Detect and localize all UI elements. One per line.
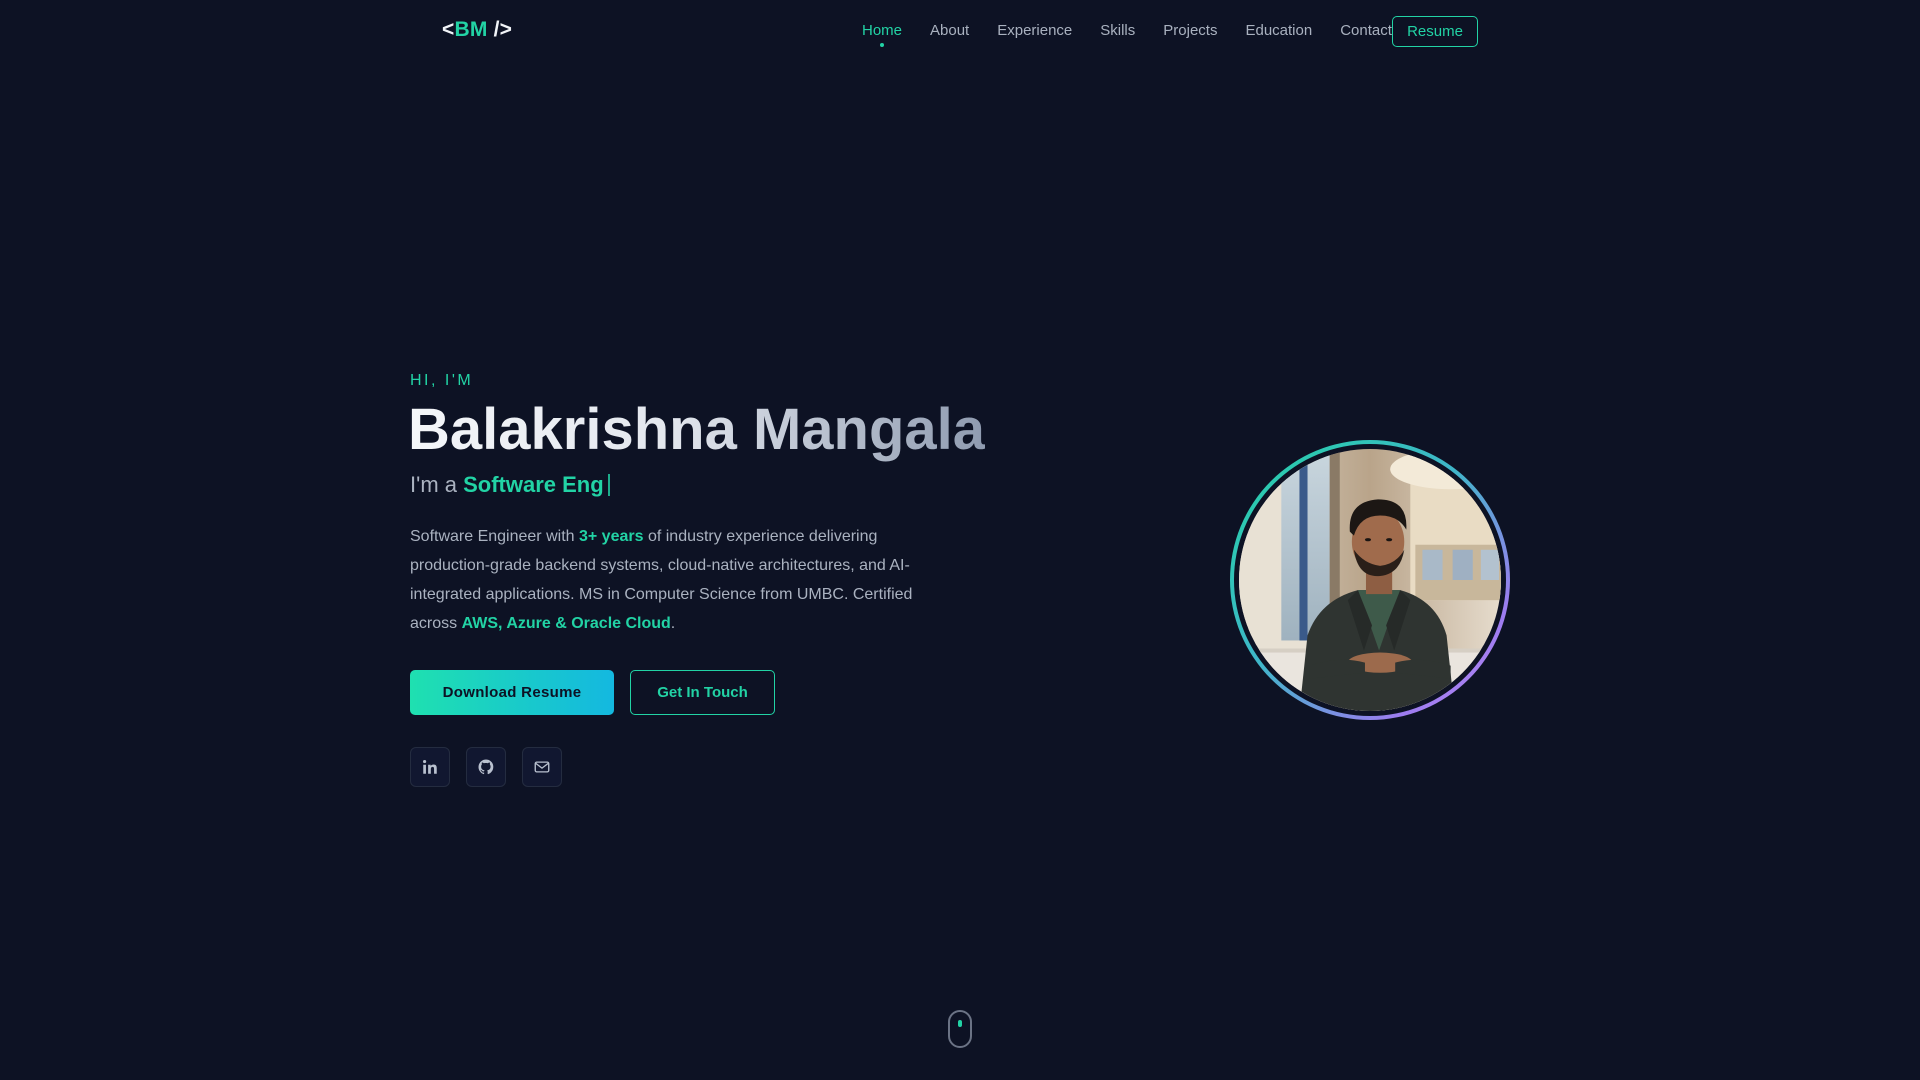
role-typed-text: Software Eng — [463, 472, 604, 497]
social-links — [410, 747, 562, 787]
hero-name: Balakrishna Mangala — [408, 397, 985, 462]
nav-link-skills[interactable]: Skills — [1100, 22, 1135, 39]
get-in-touch-button[interactable]: Get In Touch — [630, 670, 775, 715]
profile-photo-ring — [1230, 440, 1510, 720]
portfolio-page: <BM /> Home About Experience Skills Proj… — [0, 0, 1920, 1080]
scroll-wheel-dot — [958, 1020, 962, 1027]
hero-description: Software Engineer with 3+ years of indus… — [410, 522, 930, 638]
hero-greeting: HI, I'M — [410, 372, 474, 389]
logo-open: < — [442, 18, 455, 41]
linkedin-link[interactable] — [410, 747, 450, 787]
nav-link-experience[interactable]: Experience — [997, 22, 1072, 39]
profile-photo — [1239, 449, 1501, 711]
desc-highlight-clouds: AWS, Azure & Oracle Cloud — [461, 615, 671, 632]
nav-link-education[interactable]: Education — [1245, 22, 1312, 39]
profile-photo-frame — [1234, 444, 1506, 716]
hero-role: I'm a Software Eng — [410, 472, 610, 498]
logo-initials: BM — [454, 18, 488, 41]
nav-links: Home About Experience Skills Projects Ed… — [862, 22, 1420, 39]
desc-part-1: Software Engineer with — [410, 528, 579, 545]
role-prefix: I'm a — [410, 472, 464, 497]
resume-nav-button[interactable]: Resume — [1392, 16, 1478, 47]
nav-link-about[interactable]: About — [930, 22, 969, 39]
logo-close: /> — [487, 18, 513, 41]
navbar: <BM /> Home About Experience Skills Proj… — [0, 0, 1920, 62]
desc-highlight-years: 3+ years — [578, 528, 644, 545]
nav-link-projects[interactable]: Projects — [1163, 22, 1217, 39]
github-link[interactable] — [466, 747, 506, 787]
nav-link-home[interactable]: Home — [862, 22, 902, 39]
mail-icon — [534, 761, 550, 773]
github-icon — [478, 759, 494, 775]
desc-part-3: . — [670, 615, 676, 632]
scroll-down-indicator[interactable] — [948, 1010, 972, 1048]
typing-caret — [607, 474, 610, 496]
email-link[interactable] — [522, 747, 562, 787]
download-resume-button[interactable]: Download Resume — [410, 670, 614, 715]
logo[interactable]: <BM /> — [442, 18, 512, 42]
linkedin-icon — [423, 760, 437, 774]
nav-link-contact[interactable]: Contact — [1340, 22, 1392, 39]
